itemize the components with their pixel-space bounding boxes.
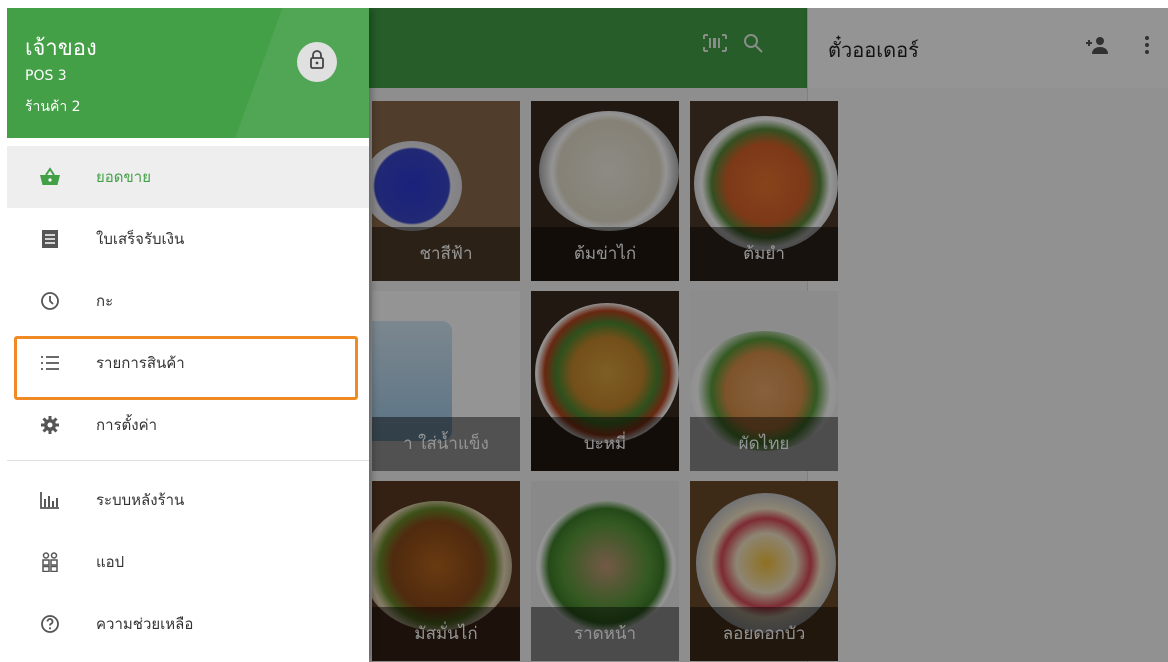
menu-item-label: ระบบหลังร้าน bbox=[96, 491, 185, 509]
drawer-menu: ยอดขาย ใบเสร็จรับเงิน กะ รายการสินค้า กา… bbox=[7, 146, 369, 655]
menu-item-help[interactable]: ความช่วยเหลือ bbox=[7, 593, 369, 655]
menu-item-label: แอป bbox=[96, 553, 125, 571]
menu-item-label: กะ bbox=[96, 292, 114, 310]
bar-chart-icon bbox=[39, 489, 61, 511]
lock-icon bbox=[308, 50, 326, 74]
menu-divider bbox=[7, 460, 369, 461]
drawer-header: เจ้าของ POS 3 ร้านค้า 2 bbox=[7, 8, 369, 138]
menu-item-settings[interactable]: การตั้งค่า bbox=[7, 394, 369, 456]
apps-icon bbox=[39, 551, 61, 573]
help-icon bbox=[39, 613, 61, 635]
highlight-box bbox=[14, 336, 358, 400]
menu-item-shift[interactable]: กะ bbox=[7, 270, 369, 332]
gear-icon bbox=[39, 414, 61, 436]
menu-item-apps[interactable]: แอป bbox=[7, 531, 369, 593]
menu-item-label: ความช่วยเหลือ bbox=[96, 615, 194, 633]
navigation-drawer: เจ้าของ POS 3 ร้านค้า 2 ยอดขาย ใบเสร็จรั… bbox=[7, 8, 369, 662]
menu-item-sales[interactable]: ยอดขาย bbox=[7, 146, 369, 208]
clock-icon bbox=[39, 290, 61, 312]
app-window: ตั๋วออเดอร์ ชาสีฟ้า ต้มข่าไก่ ต้มยำ า ใส… bbox=[7, 8, 1168, 662]
screen: ตั๋วออเดอร์ ชาสีฟ้า ต้มข่าไก่ ต้มยำ า ใส… bbox=[0, 0, 1168, 662]
user-role: เจ้าของ bbox=[25, 36, 97, 61]
pos-name: POS 3 bbox=[25, 68, 67, 84]
menu-item-back-office[interactable]: ระบบหลังร้าน bbox=[7, 469, 369, 531]
receipt-icon bbox=[39, 228, 61, 250]
menu-item-label: การตั้งค่า bbox=[96, 416, 158, 434]
lock-button[interactable] bbox=[297, 42, 337, 82]
menu-item-receipts[interactable]: ใบเสร็จรับเงิน bbox=[7, 208, 369, 270]
store-name: ร้านค้า 2 bbox=[25, 99, 81, 115]
menu-item-label: ใบเสร็จรับเงิน bbox=[96, 230, 185, 248]
menu-item-label: ยอดขาย bbox=[96, 168, 152, 186]
header-decoration bbox=[227, 8, 369, 138]
basket-icon bbox=[39, 166, 61, 188]
